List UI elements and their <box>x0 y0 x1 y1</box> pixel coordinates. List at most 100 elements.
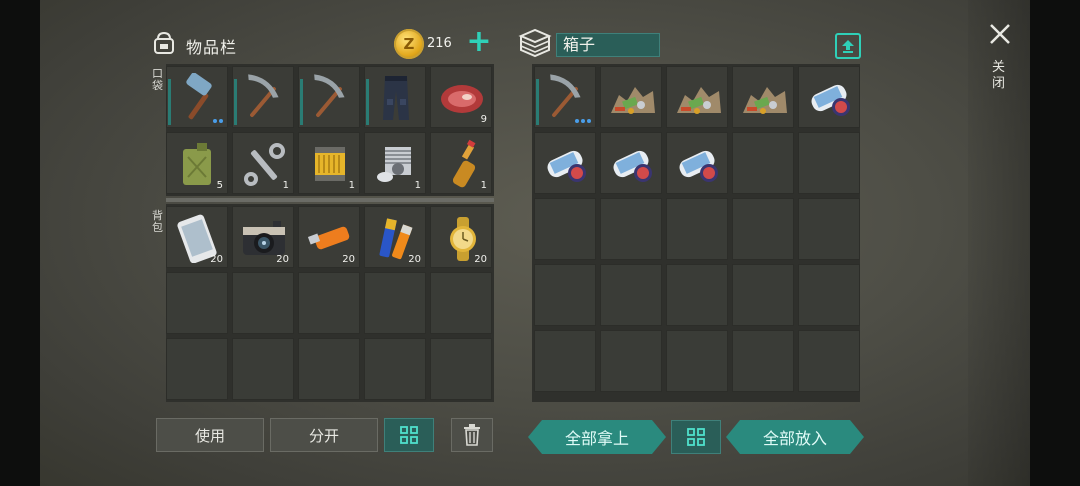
game-screen: 物品栏 Z 216 + 箱子 关闭 口袋 背包 9 5 1 1 1 1 20 20 20 20 20… <box>40 0 1030 486</box>
box-slot[interactable] <box>666 264 728 326</box>
close-icon[interactable] <box>988 22 1012 46</box>
blueprint-scroll-icon <box>811 84 850 116</box>
item-quantity: 20 <box>276 254 289 265</box>
pocket-slot[interactable]: 1 <box>364 132 426 194</box>
box-slot[interactable] <box>798 264 860 326</box>
box-slot[interactable] <box>666 66 728 128</box>
box-slot[interactable] <box>534 264 596 326</box>
pocket-slot[interactable]: 9 <box>430 66 492 128</box>
scrap-pile-icon <box>743 87 787 114</box>
box-slot[interactable] <box>600 198 662 260</box>
pocket-slot[interactable]: 1 <box>430 132 492 194</box>
pocket-slot[interactable] <box>364 66 426 128</box>
backpack-slot[interactable] <box>298 272 360 334</box>
pocket-slot[interactable] <box>232 66 294 128</box>
item-quantity: 1 <box>282 180 289 191</box>
box-slot[interactable] <box>732 198 794 260</box>
upgrade-dots <box>575 119 591 123</box>
grid-icon <box>687 428 705 446</box>
grid-icon <box>400 426 418 444</box>
backpack-slot[interactable] <box>430 338 492 400</box>
box-slot[interactable] <box>534 198 596 260</box>
trash-button[interactable] <box>451 418 493 452</box>
backpack-slot[interactable] <box>430 272 492 334</box>
box-slot[interactable] <box>732 330 794 392</box>
upload-icon <box>842 40 854 53</box>
box-slot[interactable] <box>534 66 596 128</box>
blueprint-scroll-icon <box>679 150 718 182</box>
item-quantity: 20 <box>408 254 421 265</box>
backpack-icon <box>154 31 174 54</box>
raw-meat-icon <box>441 85 483 113</box>
box-slot[interactable] <box>798 66 860 128</box>
take-all-button[interactable]: 全部拿上 <box>528 420 666 454</box>
engine-cylinder-icon <box>377 147 411 182</box>
box-slot[interactable] <box>600 132 662 194</box>
use-button[interactable]: 使用 <box>156 418 264 452</box>
durability-bar <box>168 79 171 125</box>
blueprint-scroll-icon <box>613 150 652 182</box>
box-slot[interactable] <box>798 132 860 194</box>
scrap-pile-icon <box>611 87 655 114</box>
box-slot[interactable] <box>798 330 860 392</box>
box-slot[interactable] <box>600 264 662 326</box>
box-slot[interactable] <box>534 132 596 194</box>
coin-icon: Z <box>394 29 424 59</box>
wrench-icon <box>244 143 285 186</box>
pants-icon <box>383 76 409 120</box>
backpack-slot[interactable]: 20 <box>166 206 228 268</box>
durability-bar <box>366 79 369 125</box>
backpack-slot[interactable] <box>364 338 426 400</box>
jerrycan-icon <box>183 143 211 185</box>
durability-bar <box>536 79 539 125</box>
pocket-slot[interactable] <box>166 66 228 128</box>
box-slot[interactable] <box>732 264 794 326</box>
box-slot[interactable] <box>798 198 860 260</box>
box-name-field[interactable]: 箱子 <box>556 33 660 57</box>
box-slot[interactable] <box>666 198 728 260</box>
backpack-slot[interactable] <box>364 272 426 334</box>
backpack-slot[interactable]: 20 <box>232 206 294 268</box>
pocket-slot[interactable]: 1 <box>298 132 360 194</box>
sledgehammer-icon <box>186 73 212 120</box>
pocket-label: 口袋 <box>152 67 163 92</box>
put-all-button[interactable]: 全部放入 <box>726 420 864 454</box>
backpack-slot[interactable] <box>298 338 360 400</box>
item-quantity: 9 <box>480 114 487 125</box>
box-slot[interactable] <box>666 330 728 392</box>
add-coins-button[interactable]: + <box>464 26 494 60</box>
box-slot[interactable] <box>732 66 794 128</box>
box-slot[interactable] <box>732 132 794 194</box>
scrap-pile-icon <box>677 87 721 114</box>
close-label[interactable]: 关闭 <box>992 60 1008 92</box>
pickaxe-icon <box>314 74 345 118</box>
item-quantity: 20 <box>342 254 355 265</box>
backpack-slot[interactable]: 20 <box>364 206 426 268</box>
pocket-slot[interactable]: 5 <box>166 132 228 194</box>
box-slot[interactable] <box>600 66 662 128</box>
box-slot[interactable] <box>600 330 662 392</box>
backpack-slot[interactable] <box>166 338 228 400</box>
blueprint-scroll-icon <box>547 150 586 182</box>
inventory-title: 物品栏 <box>186 38 238 57</box>
pickaxe-icon <box>248 74 279 118</box>
backpack-slot[interactable] <box>232 272 294 334</box>
backpack-slot[interactable] <box>232 338 294 400</box>
backpack-slot[interactable]: 20 <box>298 206 360 268</box>
grid-divider <box>166 198 494 202</box>
split-button[interactable]: 分开 <box>270 418 378 452</box>
backpack-slot[interactable] <box>166 272 228 334</box>
backpack-slot[interactable]: 20 <box>430 206 492 268</box>
item-quantity: 1 <box>414 180 421 191</box>
durability-bar <box>234 79 237 125</box>
pocket-slot[interactable] <box>298 66 360 128</box>
crate-icon <box>518 28 552 58</box>
transfer-up-button[interactable] <box>835 33 861 59</box>
pocket-slot[interactable]: 1 <box>232 132 294 194</box>
box-slot[interactable] <box>534 330 596 392</box>
box-sort-grid-button[interactable] <box>671 420 721 454</box>
item-quantity: 1 <box>348 180 355 191</box>
pickaxe-icon <box>550 74 581 118</box>
sort-grid-button[interactable] <box>384 418 434 452</box>
box-slot[interactable] <box>666 132 728 194</box>
